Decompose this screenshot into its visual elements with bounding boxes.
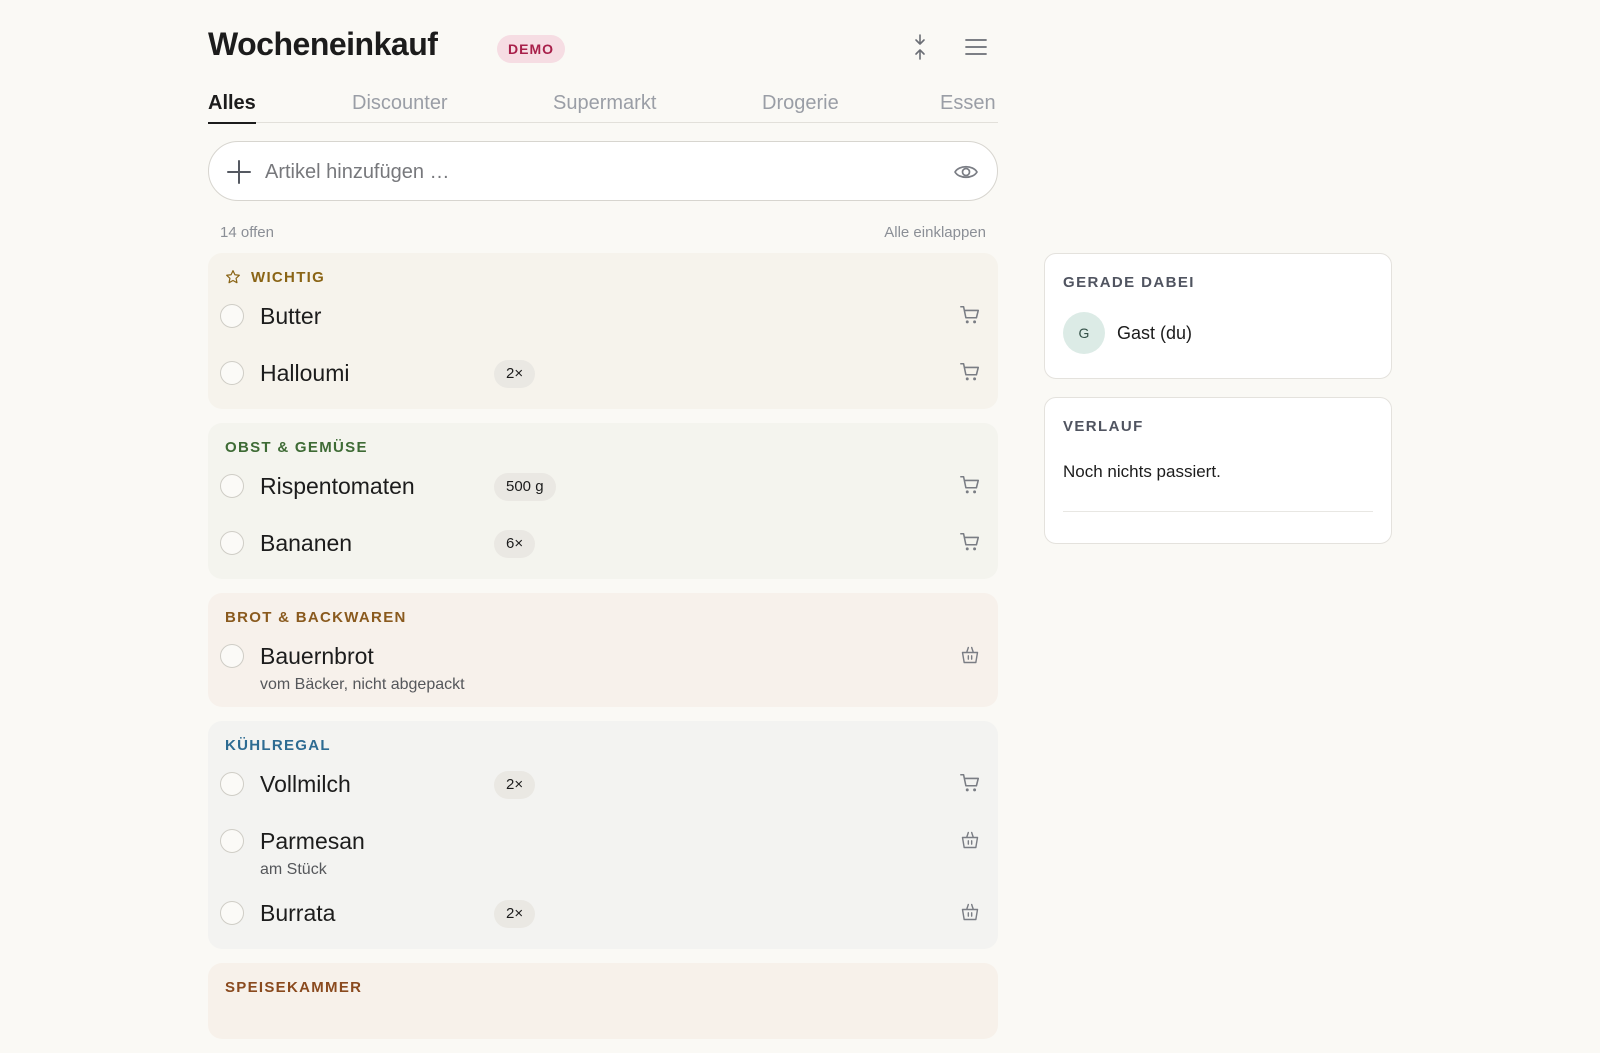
cart-icon[interactable] [958, 530, 982, 554]
group-title: BROT & BACKWAREN [225, 608, 407, 626]
presence-user: Gast (du) [1117, 323, 1193, 343]
collapse-button[interactable] [905, 32, 935, 62]
cart-icon[interactable] [958, 473, 982, 497]
group-obst-gemuese: OBST & GEMÜSE Rispentomaten 500 g Banane… [208, 423, 998, 579]
group-header[interactable]: KÜHLREGAL [208, 733, 998, 757]
list-item: Bauernbrot vom Bäcker, nicht abgepackt [208, 629, 998, 701]
star-icon [225, 269, 241, 285]
header: Wocheneinkauf DEMO [208, 0, 998, 92]
list-item: Burrata 2× [208, 886, 998, 943]
item-checkbox[interactable] [220, 531, 244, 555]
avatar: G [1063, 312, 1105, 354]
add-item-input[interactable] [263, 142, 917, 202]
cart-icon[interactable] [958, 360, 982, 384]
demo-badge: DEMO [497, 35, 565, 63]
list-summary: 14 offen Alle einklappen [208, 201, 998, 253]
menu-button[interactable] [961, 32, 991, 62]
list-item: Bananen 6× [208, 516, 998, 573]
plus-icon[interactable] [225, 158, 253, 186]
quantity-badge: 2× [494, 900, 536, 928]
open-count: 14 offen [220, 224, 274, 241]
quantity-badge: 2× [494, 771, 536, 799]
page-title: Wocheneinkauf [208, 26, 438, 62]
collapse-vertical-icon [915, 34, 925, 60]
group-brot-backwaren: BROT & BACKWAREN Bauernbrot vom Bäcker, … [208, 593, 998, 707]
tab-alles[interactable]: Alles [208, 92, 256, 124]
group-speisekammer: SPEISEKAMMER [208, 963, 998, 1039]
group-title: WICHTIG [251, 268, 326, 286]
item-name: Parmesan [260, 828, 365, 854]
item-name: Halloumi [260, 360, 350, 386]
history-empty-text: Noch nichts passiert. [1063, 462, 1221, 481]
basket-icon[interactable] [958, 828, 982, 852]
item-checkbox[interactable] [220, 901, 244, 925]
tab-essen[interactable]: Essen [940, 92, 996, 122]
group-header[interactable]: WICHTIG [208, 265, 998, 289]
item-name: Bananen [260, 530, 353, 556]
group-wichtig: WICHTIG Butter Halloumi 2× [208, 253, 998, 409]
tab-discounter[interactable]: Discounter [352, 92, 448, 122]
basket-icon[interactable] [958, 900, 982, 924]
collapse-all-link[interactable]: Alle einklappen [884, 224, 986, 241]
list-item: Parmesan am Stück [208, 814, 998, 886]
item-name: Burrata [260, 900, 336, 926]
item-checkbox[interactable] [220, 644, 244, 668]
item-checkbox[interactable] [220, 304, 244, 328]
item-checkbox[interactable] [220, 474, 244, 498]
main-column: Wocheneinkauf DEMO Alles Discounter Supe… [208, 0, 998, 1053]
item-checkbox[interactable] [220, 829, 244, 853]
cart-icon[interactable] [958, 303, 982, 327]
group-title: SPEISEKAMMER [225, 978, 363, 996]
item-note: vom Bäcker, nicht abgepackt [260, 676, 465, 693]
item-name: Rispentomaten [260, 473, 415, 499]
cart-icon[interactable] [958, 771, 982, 795]
list-item: Halloumi 2× [208, 346, 998, 403]
group-header[interactable]: BROT & BACKWAREN [208, 605, 998, 629]
item-checkbox[interactable] [220, 361, 244, 385]
add-item-bar [208, 141, 998, 202]
history-card: VERLAUF Noch nichts passiert. [1044, 397, 1392, 544]
quantity-badge: 2× [494, 360, 536, 388]
list-item: Rispentomaten 500 g [208, 459, 998, 516]
history-title: VERLAUF [1063, 418, 1144, 435]
item-name: Vollmilch [260, 771, 351, 797]
presence-card: GERADE DABEI G Gast (du) [1044, 253, 1392, 379]
item-checkbox[interactable] [220, 772, 244, 796]
category-tabs: Alles Discounter Supermarkt Drogerie Ess… [208, 92, 998, 124]
tab-drogerie[interactable]: Drogerie [762, 92, 839, 122]
eye-icon[interactable] [953, 159, 979, 185]
list-item: Vollmilch 2× [208, 757, 998, 814]
item-note: am Stück [260, 861, 327, 878]
quantity-badge: 500 g [494, 473, 556, 501]
tab-supermarkt[interactable]: Supermarkt [553, 92, 656, 122]
list-item: Butter [208, 289, 998, 346]
group-title: OBST & GEMÜSE [225, 438, 368, 456]
group-header[interactable]: OBST & GEMÜSE [208, 435, 998, 459]
hamburger-menu-icon [965, 39, 987, 55]
divider [1063, 511, 1373, 512]
group-title: KÜHLREGAL [225, 736, 331, 754]
item-name: Butter [260, 303, 322, 329]
basket-icon[interactable] [958, 643, 982, 667]
presence-title: GERADE DABEI [1063, 274, 1195, 291]
item-name: Bauernbrot [260, 643, 374, 669]
group-header[interactable]: SPEISEKAMMER [208, 975, 998, 999]
group-kuehlregal: KÜHLREGAL Vollmilch 2× Parmesan am Stück… [208, 721, 998, 949]
quantity-badge: 6× [494, 530, 536, 558]
